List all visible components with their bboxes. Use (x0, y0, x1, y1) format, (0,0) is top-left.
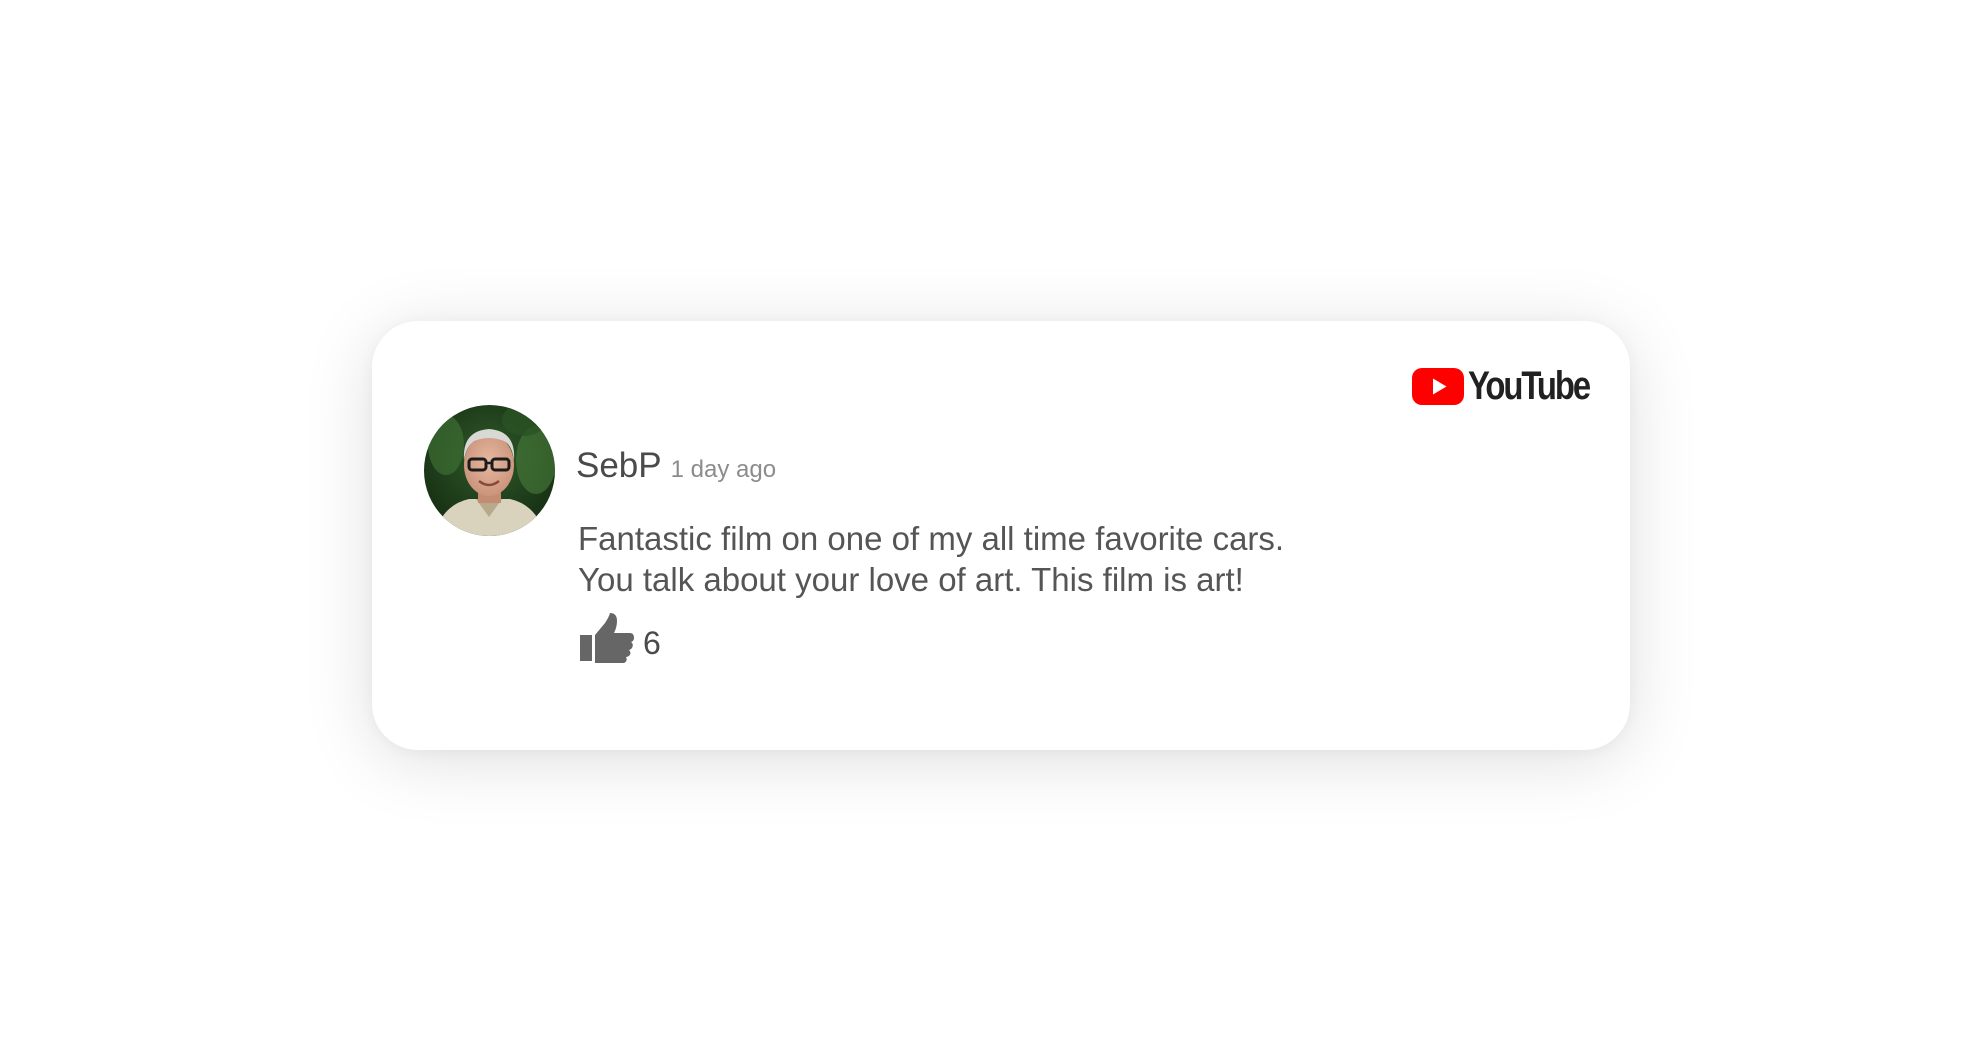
comment-line: You talk about your love of art. This fi… (578, 561, 1244, 598)
comment-timestamp[interactable]: 1 day ago (671, 456, 776, 484)
comment-header: SebP 1 day ago (576, 446, 776, 486)
comment-line: Fantastic film on one of my all time fav… (578, 520, 1285, 557)
like-button[interactable]: 6 (580, 613, 661, 663)
like-count: 6 (643, 625, 661, 661)
avatar[interactable] (424, 405, 555, 536)
page-background: YouTube SebP 1 day ago Fantastic film on… (0, 0, 1982, 1062)
comment-text: Fantastic film on one of my all time fav… (578, 518, 1284, 600)
youtube-wordmark: YouTube (1468, 364, 1591, 408)
youtube-play-icon (1412, 367, 1464, 405)
youtube-logo: YouTube (1412, 365, 1616, 407)
thumbs-up-icon (580, 613, 634, 663)
author-name[interactable]: SebP (576, 446, 662, 486)
